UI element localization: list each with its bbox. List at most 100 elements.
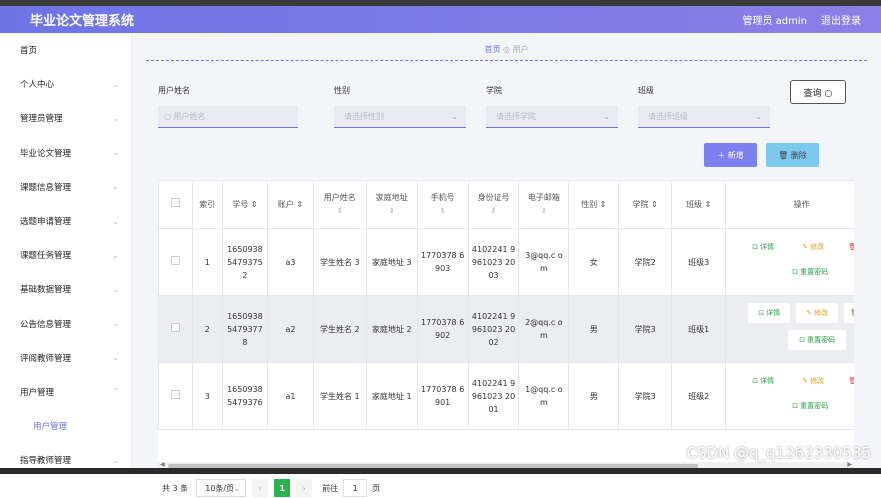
- detail-button[interactable]: ⊡ 详情: [752, 241, 774, 254]
- breadcrumb: 首页 ◎ 用户: [146, 41, 867, 61]
- column-header[interactable]: 班级 ⇕: [671, 180, 727, 229]
- sidebar-item-personal[interactable]: 个人中心 ⌄: [0, 67, 131, 101]
- modify-label: 修改: [814, 308, 829, 317]
- column-header-label: 电子邮箱: [527, 193, 560, 202]
- sort-icon[interactable]: ⇕: [541, 205, 547, 218]
- cell-email: 2@qq.c om: [518, 295, 570, 363]
- page-number-current[interactable]: 1: [274, 479, 291, 497]
- scroll-left-icon[interactable]: ◀: [160, 461, 165, 468]
- sex-filter-select[interactable]: 请选择性别 ⌄: [334, 106, 466, 128]
- breadcrumb-current: 用户: [512, 45, 529, 54]
- chevron-down-icon: ⌄: [233, 483, 241, 493]
- detail-icon: ⊡: [752, 377, 759, 385]
- reset-password-button[interactable]: ⊡ 重置密码: [792, 400, 828, 413]
- detail-icon: ⊡: [758, 308, 765, 317]
- sidebar-item-theses[interactable]: 毕业论文管理 ⌄: [0, 136, 131, 170]
- cell-ops: ⊡详情 ✎修改 🗑删 ⊡重置密码: [725, 228, 854, 296]
- next-page-button[interactable]: ›: [296, 479, 313, 497]
- row-checkbox[interactable]: [158, 228, 193, 296]
- college-filter-select[interactable]: 请选择学院 ⌄: [486, 106, 618, 128]
- prev-page-button[interactable]: ‹: [252, 479, 269, 497]
- select-all-checkbox[interactable]: [158, 180, 193, 229]
- cell-email: 3@qq.c om: [518, 228, 570, 296]
- cell-class: 班级1: [671, 295, 727, 363]
- delete-row-button[interactable]: 🗑删: [844, 303, 854, 323]
- sidebar-item-reviewers[interactable]: 评阅教师管理 ⌄: [0, 341, 131, 375]
- cell-address: 家庭地址 1: [365, 362, 418, 430]
- goto-page-input[interactable]: 1: [343, 479, 368, 497]
- sort-icon[interactable]: ⇕: [491, 205, 497, 218]
- row-checkbox[interactable]: [158, 295, 193, 363]
- sidebar-item-label: 指导教师管理: [20, 456, 72, 467]
- breadcrumb-home[interactable]: 首页: [484, 45, 500, 54]
- column-header[interactable]: 学院 ⇕: [618, 180, 673, 229]
- chevron-down-icon: ⌄: [112, 353, 119, 363]
- sidebar-item-applications[interactable]: 选题申请管理 ⌄: [0, 204, 131, 238]
- cell-sno: 1650938 5479377 8: [221, 295, 269, 363]
- detail-label: 详情: [760, 377, 775, 385]
- sidebar-item-tasks[interactable]: 课题任务管理 ⌄: [0, 238, 131, 272]
- sidebar-item-label: 用户管理: [20, 387, 55, 398]
- cell-college: 学院3: [618, 295, 673, 363]
- filter-bar: 用户姓名 ○ 用户姓名 性别 请选择性别 ⌄ 学院 请选择学院 ⌄ 班级 请选择班级…: [158, 85, 858, 135]
- detail-label: 详情: [760, 243, 775, 251]
- row-checkbox[interactable]: [158, 362, 193, 430]
- modify-button[interactable]: ✎ 修改: [802, 375, 824, 388]
- reset-label: 重置密码: [800, 268, 829, 276]
- column-header[interactable]: 学号 ⇕: [221, 180, 269, 229]
- detail-label: 详情: [766, 308, 781, 317]
- reset-password-button[interactable]: ⊡ 重置密码: [792, 266, 828, 279]
- modify-button[interactable]: ✎ 修改: [796, 303, 839, 323]
- reset-password-button[interactable]: ⊡ 重置密码: [788, 330, 847, 350]
- sidebar-item-users[interactable]: 用户管理 ⌃: [0, 375, 131, 409]
- sidebar-item-admins[interactable]: 管理员管理 ⌄: [0, 101, 131, 135]
- sidebar-item-notices[interactable]: 公告信息管理 ⌄: [0, 307, 131, 341]
- sidebar-item-home[interactable]: 首页: [0, 33, 131, 67]
- page-size-select[interactable]: 10条/页 ⌄: [196, 479, 247, 497]
- logout-link[interactable]: 退出登录: [821, 12, 861, 27]
- add-button[interactable]: ＋ 新增: [704, 143, 757, 167]
- sidebar-item-label: 公告信息管理: [20, 319, 72, 330]
- sidebar-item-label: 基础数据管理: [20, 285, 72, 296]
- chevron-down-icon: ⌄: [755, 112, 762, 121]
- sort-icon[interactable]: ⇕: [337, 205, 343, 218]
- delete-button[interactable]: 🗑 删除: [766, 143, 819, 167]
- chevron-down-icon: ⌄: [112, 79, 119, 89]
- modify-label: 修改: [810, 377, 825, 385]
- column-header-label: 用户姓名: [323, 193, 356, 202]
- query-button[interactable]: 查询 ○: [790, 80, 846, 104]
- sidebar-subitem-users[interactable]: 用户管理: [0, 409, 131, 443]
- name-filter-input[interactable]: ○ 用户姓名: [158, 106, 298, 128]
- chevron-down-icon: ⌄: [112, 455, 119, 465]
- breadcrumb-separator-icon: ◎: [503, 45, 510, 54]
- cell-phone: 1770378 6901: [416, 362, 469, 430]
- class-filter-select[interactable]: 请选择班级 ⌄: [638, 106, 770, 128]
- detail-button[interactable]: ⊡ 详情: [752, 375, 774, 388]
- cell-sex: 男: [568, 295, 620, 363]
- name-filter-placeholder: 用户姓名: [173, 112, 206, 121]
- sidebar-item-label: 课题信息管理: [20, 182, 72, 193]
- sidebar-item-topics[interactable]: 课题信息管理 ⌄: [0, 170, 131, 204]
- cell-index: 1: [191, 228, 223, 296]
- app-title: 毕业论文管理系统: [30, 14, 135, 29]
- detail-button[interactable]: ⊡ 详情: [748, 303, 791, 323]
- cell-account: a3: [267, 228, 314, 296]
- scroll-right-icon[interactable]: ▶: [847, 461, 852, 468]
- column-header[interactable]: 性别 ⇕: [568, 180, 620, 229]
- sidebar-item-label: 管理员管理: [20, 114, 63, 125]
- trash-icon: 🗑: [850, 307, 854, 320]
- edit-icon: ✎: [806, 308, 813, 317]
- delete-row-button[interactable]: 🗑删: [848, 241, 854, 254]
- window-bottom-bar: [0, 468, 881, 474]
- delete-row-button[interactable]: 🗑删: [848, 375, 854, 388]
- column-header[interactable]: 账户 ⇕: [267, 180, 314, 229]
- sort-icon[interactable]: ⇕: [389, 205, 395, 218]
- chevron-down-icon: ⌄: [112, 216, 119, 226]
- modify-button[interactable]: ✎ 修改: [802, 241, 824, 254]
- sidebar-item-basedata[interactable]: 基础数据管理 ⌄: [0, 272, 131, 306]
- chevron-down-icon: ⌄: [112, 284, 119, 294]
- table-row: 3 1650938 5479376 a1 学生姓名 1 家庭地址 1 17703…: [158, 362, 854, 430]
- sort-icon[interactable]: ⇕: [440, 205, 446, 218]
- cell-index: 3: [191, 362, 223, 430]
- watermark: CSDN @q_q1262330535: [686, 444, 871, 462]
